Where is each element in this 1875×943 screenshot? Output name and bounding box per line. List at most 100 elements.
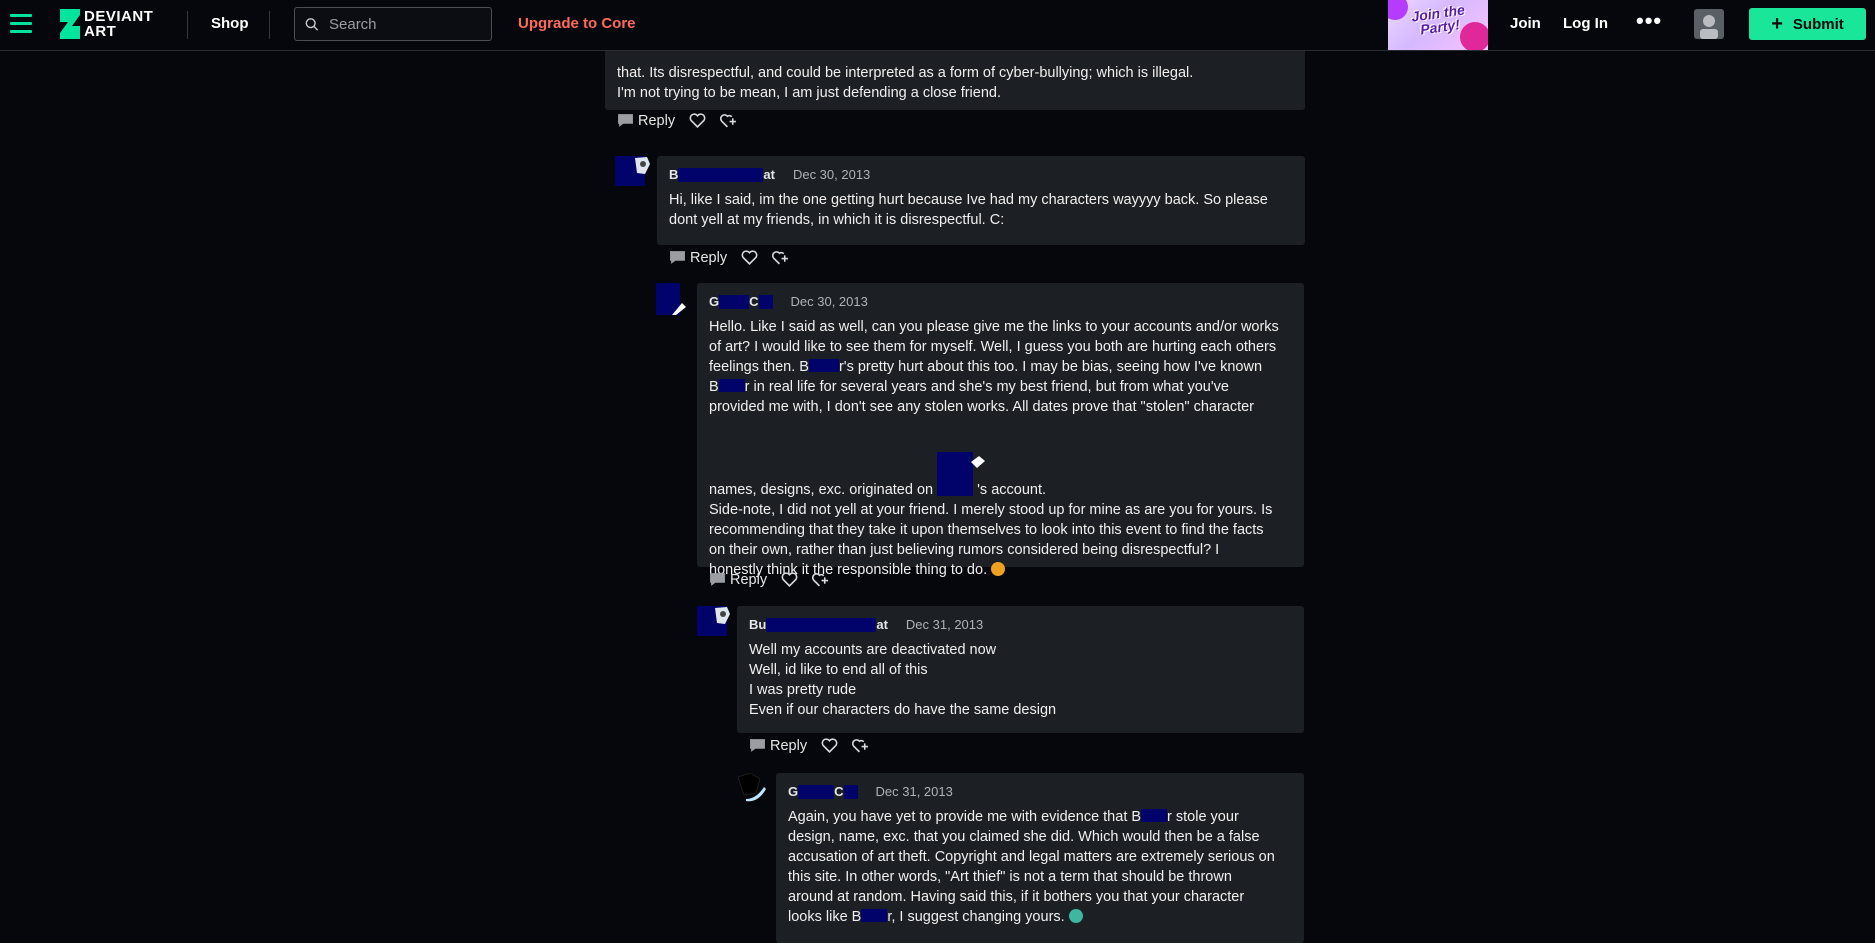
top-navigation-bar: DEVIANT ART Shop Upgrade to Core Join th… [0,0,1875,51]
award-heart-icon [772,251,789,265]
comment-meta: Bat Dec 30, 2013 [669,167,870,182]
join-the-party-banner[interactable]: Join the Party! [1388,0,1488,50]
username[interactable]: Bat [669,167,775,182]
comment-line: dont yell at my friends, in which it is … [669,212,1005,228]
comment-meta: GC Dec 31, 2013 [788,784,953,799]
reply-button[interactable]: Reply [617,112,675,129]
speech-bubble-icon [670,251,685,264]
comment-line: looks like Br, I suggest changing yours. [788,907,1275,927]
redacted-block [718,379,745,392]
logo-text: DEVIANT ART [84,8,154,40]
like-button[interactable] [689,112,706,129]
like-button[interactable] [781,571,798,588]
comment-bubble: Bu at Dec 31, 2013 Well my accounts are d… [737,606,1304,733]
heart-icon [821,738,838,754]
more-options-icon[interactable]: ••• [1636,8,1662,34]
join-link[interactable]: Join [1510,15,1541,32]
embedded-avatar[interactable] [937,452,986,496]
comment-body: Again, you have yet to provide me with e… [788,807,1275,927]
search-input[interactable] [327,14,491,34]
award-button[interactable] [720,112,737,129]
search-icon [305,17,319,31]
redacted-block [678,167,764,182]
search-box[interactable] [294,7,492,41]
comment-body: Well my accounts are deactivated now Wel… [749,640,1056,720]
comment-line: that. Its disrespectful, and could be in… [617,65,1194,81]
speech-bubble-icon [618,114,633,127]
comment-date: Dec 31, 2013 [905,617,984,632]
avatar[interactable] [736,772,766,803]
comment-actions: Reply [749,737,883,754]
username[interactable]: GC [788,784,858,799]
heart-icon [781,572,798,588]
submit-label: Submit [1792,15,1844,33]
award-heart-icon [812,573,829,587]
submit-button[interactable]: + Submit [1749,8,1866,40]
comment-line: Even if our characters do have the same … [749,702,1057,718]
comment-actions: Reply [709,571,843,588]
redacted-block [843,784,858,799]
avatar[interactable] [656,283,686,315]
upgrade-to-core-link[interactable]: Upgrade to Core [518,15,636,32]
menu-icon[interactable] [10,14,32,34]
award-button[interactable] [812,571,829,588]
comment-line: Again, you have yet to provide me with e… [788,809,1239,825]
avatar[interactable] [697,606,730,636]
avatar-image [971,456,986,468]
reply-button[interactable]: Reply [749,737,807,754]
comment-line: Well, id like to end all of this [749,662,928,678]
divider [187,11,188,39]
speech-bubble-icon [750,739,765,752]
heart-icon [741,250,758,266]
login-link[interactable]: Log In [1563,15,1608,32]
avatar-image [737,772,766,802]
comment-line: Hi, like I said, im the one getting hurt… [669,192,1268,208]
comment-date: Dec 31, 2013 [875,784,953,799]
username[interactable]: Bu at [749,617,888,632]
reply-button[interactable]: Reply [669,249,727,266]
comment-line: names, designs, exc. originated on 's ac… [709,452,1279,500]
comment-line: I was pretty rude [749,682,857,698]
comment-line: Well my accounts are deactivated now [749,642,997,658]
avatar[interactable] [615,156,650,186]
redacted-block [1141,809,1168,822]
plus-icon: + [1771,13,1783,35]
comment-line: on their own, rather than just believing… [709,542,1220,558]
deviantart-logo[interactable]: DEVIANT ART [58,9,164,39]
award-heart-icon [852,739,869,753]
comment-meta: GC Dec 30, 2013 [709,294,868,309]
comment-line: Side-note, I did not yell at your friend… [709,502,1273,518]
avatar-image [635,157,650,174]
username[interactable]: GC [709,294,773,309]
award-button[interactable] [772,249,789,266]
redacted-block [861,909,888,922]
comment-bubble: Bat Dec 30, 2013 Hi, like I said, im the… [657,156,1305,245]
reply-button[interactable]: Reply [709,571,767,588]
like-button[interactable] [821,737,838,754]
comment-meta: Bu at Dec 31, 2013 [749,617,983,632]
comment-date: Dec 30, 2013 [790,294,868,309]
deviantart-logo-icon [60,9,80,39]
comment-line: Br in real life for several years and sh… [709,379,1229,395]
heart-icon [689,113,706,129]
comment-line: of art? I would like to see them for mys… [709,339,1277,355]
comment-body: Hi, like I said, im the one getting hurt… [669,190,1268,230]
comment-line: around at random. Having said this, if i… [788,889,1245,905]
comment-line: design, name, exc. that you claimed she … [788,829,1260,845]
emoticon-icon [1068,909,1083,923]
redacted-block [719,294,750,309]
like-button[interactable] [741,249,758,266]
redacted-block [766,617,877,632]
comment-line: I'm not trying to be mean, I am just def… [617,85,1002,101]
user-avatar-icon[interactable] [1694,9,1724,39]
award-button[interactable] [852,737,869,754]
comment-line: provided me with, I don't see any stolen… [709,399,1255,415]
comment-body: that. Its disrespectful, and could be in… [617,63,1193,103]
award-heart-icon [720,114,737,128]
emoticon-icon [991,562,1006,576]
person-icon [1700,15,1718,39]
comment-line: feelings then. Br's pretty hurt about th… [709,359,1263,375]
shop-link[interactable]: Shop [211,15,249,32]
comment-line: accusation of art theft. Copyright and l… [788,849,1275,865]
comment-body: Hello. Like I said as well, can you plea… [709,317,1279,580]
